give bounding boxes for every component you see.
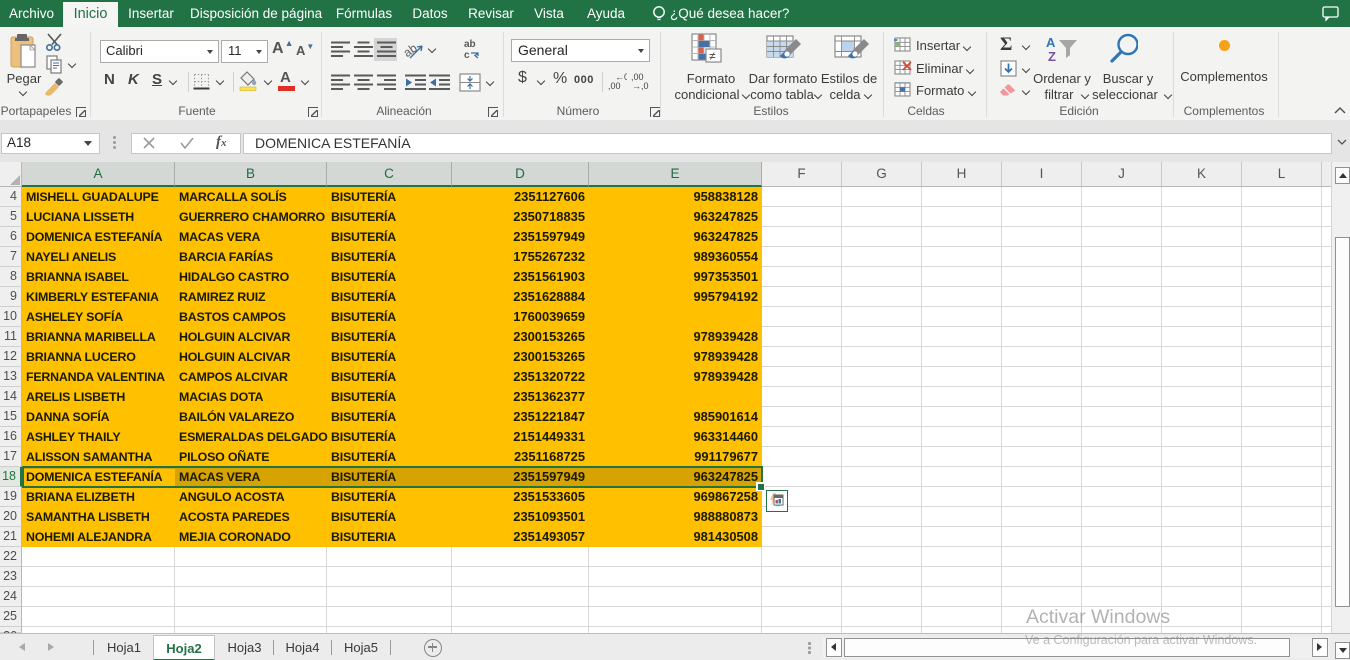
svg-text:A: A xyxy=(1046,35,1056,50)
svg-text:→,0: →,0 xyxy=(632,81,649,91)
svg-text:ab: ab xyxy=(464,39,476,50)
svg-text:c: c xyxy=(464,50,470,61)
svg-text:≠: ≠ xyxy=(709,49,716,63)
svg-text:Z: Z xyxy=(1048,49,1056,64)
svg-text:,00: ,00 xyxy=(608,81,621,91)
